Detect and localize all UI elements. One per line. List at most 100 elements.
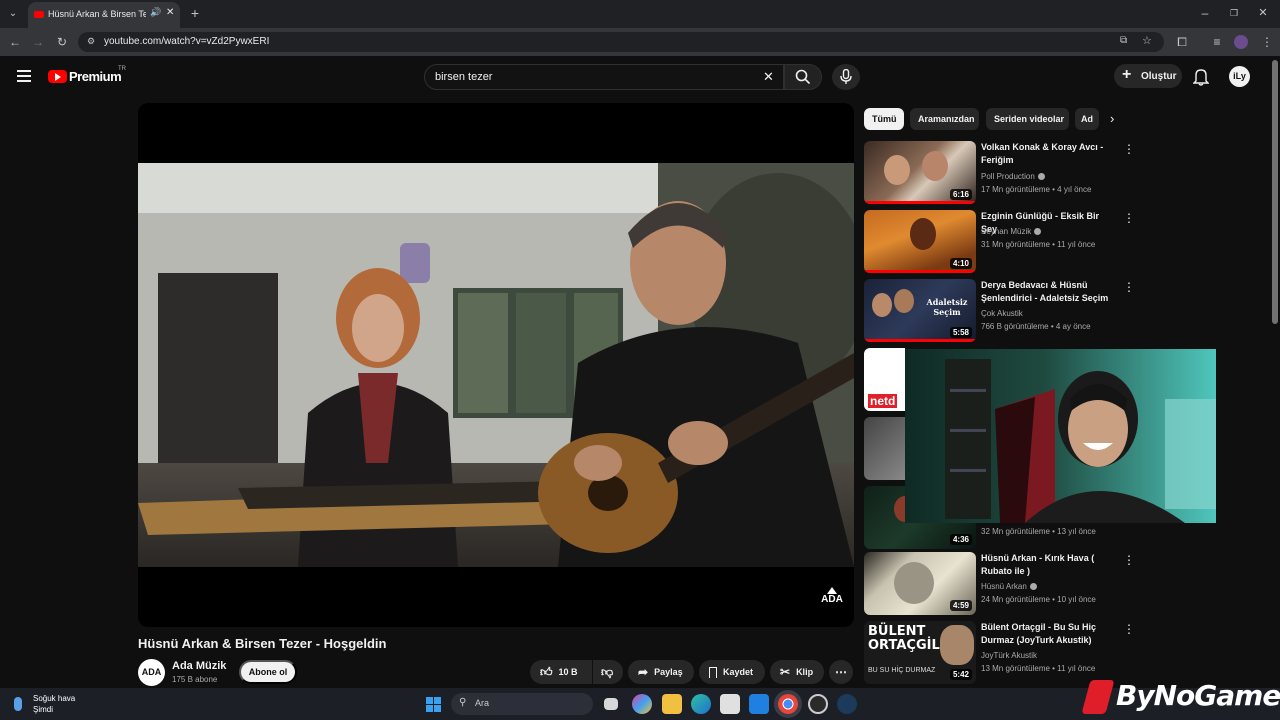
more-vert-icon[interactable]: ⋮ [1123, 623, 1135, 635]
chip-from-search[interactable]: Aramanızdan [910, 108, 979, 130]
bookmark-star-icon[interactable]: ☆ [1142, 34, 1152, 47]
more-vert-icon[interactable]: ⋮ [1123, 281, 1135, 293]
browser-tab-active[interactable]: Hüsnü Arkan & Birsen Tezer - Hoşgeldin 🔊… [28, 2, 180, 28]
share-label: Paylaş [654, 667, 683, 677]
restore-icon[interactable]: ❐ [1227, 6, 1241, 20]
create-button[interactable]: + Oluştur [1114, 64, 1182, 88]
video-duration: 5:58 [949, 327, 972, 338]
more-actions-button[interactable]: ⋯ [829, 660, 853, 684]
recommendation-thumbnail[interactable]: 6:16 [864, 141, 976, 204]
chrome-menu-icon[interactable]: ⋮ [1260, 35, 1274, 49]
chip-series-videos[interactable]: Seriden videolar [986, 108, 1069, 130]
chip-truncated[interactable]: Ad [1075, 108, 1099, 130]
recommendation-meta: 766 B görüntüleme • 4 ay önce [981, 322, 1091, 331]
chips-next-chevron-icon[interactable]: › [1110, 111, 1114, 126]
recommendation-item[interactable]: 4:59 Hüsnü Arkan - Kırık Hava ( Rubato i… [864, 552, 1135, 616]
reload-icon[interactable]: ↻ [55, 35, 69, 49]
recommendation-item[interactable]: Adaletsiz Seçim 5:58 Derya Bedavacı & Hü… [864, 279, 1135, 343]
forward-icon[interactable]: → [31, 35, 45, 49]
recommendation-channel-name: Poll Production [981, 172, 1035, 181]
windows-start-icon[interactable] [426, 697, 441, 712]
recommendation-item[interactable]: 6:16 Volkan Konak & Koray Avcı - Feriğim… [864, 141, 1135, 205]
channel-name[interactable]: Ada Müzik [172, 660, 226, 672]
video-player[interactable]: ADA [138, 103, 854, 627]
recommendation-title[interactable]: Hüsnü Arkan - Kırık Hava ( Rubato ile ) [981, 552, 1111, 578]
thumbnail-caption: BÜLENT ORTAÇGİL [868, 624, 940, 653]
subscribe-button[interactable]: Abone ol [239, 660, 297, 684]
file-explorer-icon[interactable] [662, 694, 682, 714]
search-button[interactable] [784, 64, 822, 90]
recommendation-thumbnail[interactable]: Adaletsiz Seçim 5:58 [864, 279, 976, 342]
recommendation-meta: 32 Mn görüntüleme • 13 yıl önce [981, 527, 1096, 536]
dislike-button[interactable]: 👎︎ [593, 660, 623, 684]
page-scrollbar-thumb[interactable] [1272, 60, 1278, 324]
minimize-icon[interactable]: – [1198, 6, 1212, 20]
like-button[interactable]: 👍︎ 10 B [530, 660, 592, 684]
account-avatar[interactable]: iLy [1229, 66, 1250, 87]
recommendation-thumbnail[interactable]: BÜLENT ORTAÇGİL BU SU HİÇ DURMAZ 5:42 [864, 621, 976, 684]
search-input[interactable]: birsen tezer ✕ [424, 64, 784, 90]
more-vert-icon[interactable]: ⋮ [1123, 212, 1135, 224]
video-duration: 4:36 [949, 534, 972, 545]
more-vert-icon[interactable]: ⋮ [1123, 554, 1135, 566]
browser-tab-bar: ⌄ Hüsnü Arkan & Birsen Tezer - Hoşgeldin… [0, 0, 1280, 28]
like-count: 10 B [558, 667, 578, 677]
recommendation-title[interactable]: Derya Bedavacı & Hüsnü Şenlendirici - Ad… [981, 279, 1111, 305]
steam-icon[interactable] [837, 694, 857, 714]
youtube-favicon-icon [34, 11, 44, 18]
youtube-logo[interactable]: Premium TR [48, 66, 138, 87]
share-button[interactable]: ➦ Paylaş [628, 660, 694, 684]
recommendation-channel[interactable]: Seyhan Müzik [981, 227, 1042, 236]
window-close-icon[interactable]: ✕ [1256, 6, 1270, 20]
thumbnail-subcaption: BU SU HİÇ DURMAZ [868, 667, 936, 674]
chip-all[interactable]: Tümü [864, 108, 904, 130]
edge-icon[interactable] [691, 694, 711, 714]
tab-title: Hüsnü Arkan & Birsen Tezer - Hoşgeldin [48, 9, 146, 19]
thumbs-down-icon: 👎︎ [601, 664, 614, 679]
recommendation-thumbnail[interactable]: 4:59 [864, 552, 976, 615]
youtube-play-icon [48, 70, 67, 83]
verified-badge-icon [1037, 173, 1045, 181]
thumbnail-brand-text: netd [868, 394, 898, 408]
mail-icon[interactable] [749, 694, 769, 714]
recommendation-thumbnail[interactable]: 4:10 [864, 210, 976, 273]
video-duration: 5:42 [949, 669, 972, 680]
recommendation-channel[interactable]: JoyTürk Akustik [981, 651, 1037, 660]
search-icon [795, 69, 811, 85]
recommendation-channel[interactable]: Poll Production [981, 172, 1045, 181]
notifications-bell-icon[interactable] [1193, 68, 1209, 86]
task-view-icon[interactable] [604, 698, 618, 710]
back-icon[interactable]: ← [8, 35, 22, 49]
clear-search-icon[interactable]: ✕ [763, 69, 774, 85]
profile-avatar[interactable] [1234, 35, 1248, 49]
taskbar-search[interactable]: ⚲ Ara [451, 693, 593, 715]
hamburger-menu-icon[interactable] [17, 70, 31, 82]
chrome-icon[interactable] [778, 694, 798, 714]
recommendation-title[interactable]: Bülent Ortaçgil - Bu Su Hiç Durmaz (JoyT… [981, 621, 1111, 647]
install-app-icon[interactable]: ⧉ [1120, 35, 1127, 46]
recommendation-title[interactable]: Volkan Konak & Koray Avcı - Feriğim [981, 141, 1111, 167]
tab-close-icon[interactable]: ✕ [166, 7, 174, 18]
channel-avatar[interactable]: ADA [138, 659, 165, 686]
more-vert-icon[interactable]: ⋮ [1123, 143, 1135, 155]
media-controls-icon[interactable]: ≡ [1210, 35, 1224, 49]
app-icon[interactable] [808, 694, 828, 714]
new-tab-icon[interactable]: + [188, 6, 202, 20]
recommendation-thumbnail[interactable]: netd [864, 348, 905, 411]
streamer-watermark-text: ByNoGame [1116, 679, 1280, 712]
recommendation-channel[interactable]: Hüsnü Arkan [981, 582, 1037, 591]
address-bar[interactable]: ⚙ youtube.com/watch?v=vZd2PywxERI ⧉ ☆ [78, 32, 1164, 52]
voice-search-button[interactable] [832, 64, 860, 90]
site-info-icon[interactable]: ⚙ [87, 36, 95, 47]
weather-widget[interactable]: Soğuk hava Şimdi [33, 693, 75, 715]
tab-search-icon[interactable]: ⌄ [6, 7, 20, 21]
save-button[interactable]: Kaydet [699, 660, 765, 684]
copilot-icon[interactable] [632, 694, 652, 714]
weather-icon[interactable] [14, 697, 22, 711]
recommendation-channel[interactable]: Çok Akustik [981, 309, 1023, 318]
store-icon[interactable] [720, 694, 740, 714]
extensions-icon[interactable]: ⧠ [1175, 35, 1189, 49]
clip-button[interactable]: ✂ Klip [770, 660, 824, 684]
recommendation-thumbnail[interactable] [864, 417, 905, 480]
recommendation-item[interactable]: 4:10 Ezginin Günlüğü - Eksik Bir Şey Sey… [864, 210, 1135, 274]
